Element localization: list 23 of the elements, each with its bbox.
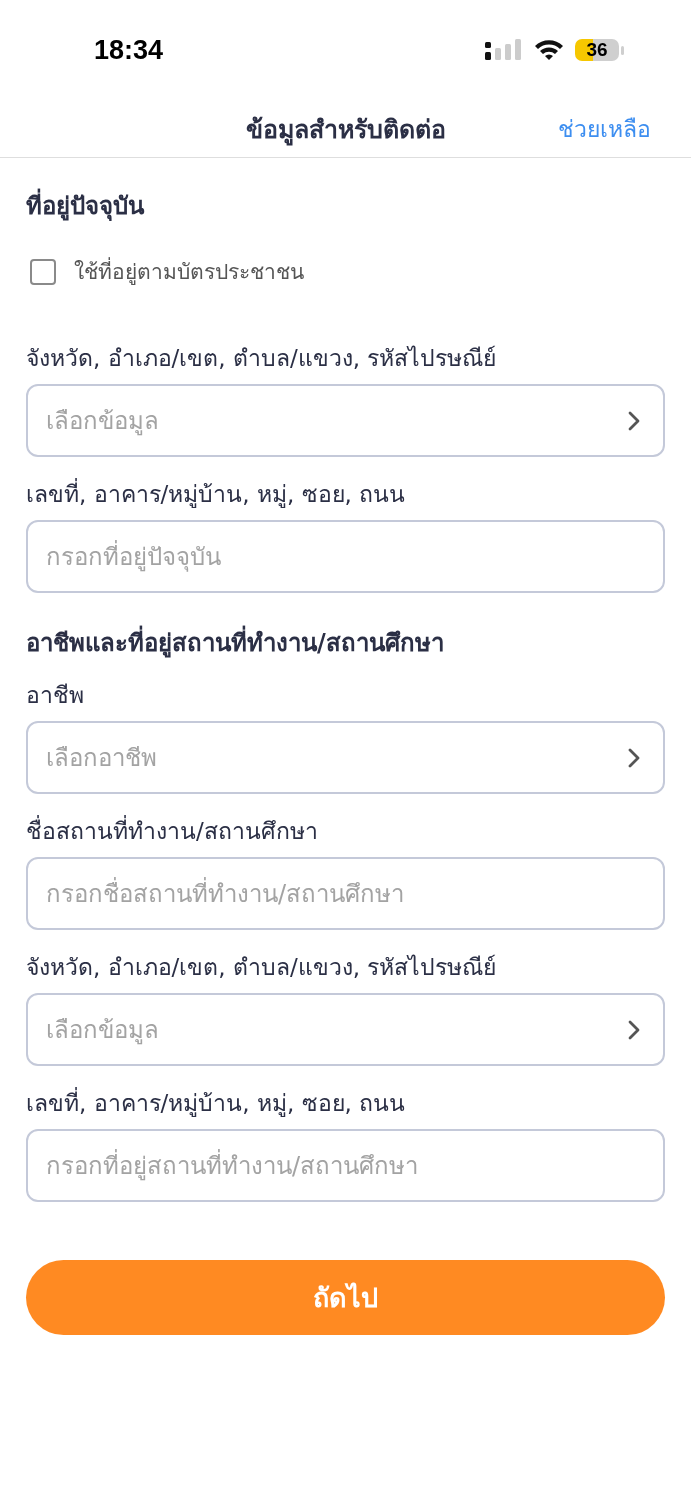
input-field[interactable]: กรอกที่อยู่สถานที่ทำงาน/สถานศึกษา: [26, 1129, 665, 1202]
select-field[interactable]: เลือกข้อมูล: [26, 384, 665, 457]
chevron-right-icon: [627, 1018, 641, 1041]
chevron-right-icon: [627, 746, 641, 769]
next-button[interactable]: ถัดไป: [26, 1260, 665, 1335]
select-field[interactable]: เลือกอาชีพ: [26, 721, 665, 794]
checkbox[interactable]: [30, 258, 56, 285]
signal-icon: [485, 39, 523, 61]
field-label: ชื่อสถานที่ทำงาน/สถานศึกษา: [26, 816, 665, 846]
input-field[interactable]: กรอกที่อยู่ปัจจุบัน: [26, 520, 665, 593]
field-label: จังหวัด, อำเภอ/เขต, ตำบล/แขวง, รหัสไปรษณีย์: [26, 344, 498, 373]
chevron-right-icon: [627, 409, 641, 432]
field-label: เลขที่, อาคาร/หมู่บ้าน, หมู่, ซอย, ถนน: [26, 479, 665, 509]
field-label: จังหวัด, อำเภอ/เขต, ตำบล/แขวง, รหัสไปรษณีย์: [26, 953, 498, 982]
checkbox-label: ใช้ที่อยู่ตามบัตรประชาชน: [74, 255, 304, 288]
input-field[interactable]: กรอกชื่อสถานที่ทำงาน/สถานศึกษา: [26, 857, 665, 930]
wifi-icon: [533, 38, 565, 62]
help-link[interactable]: ช่วยเหลือ: [558, 110, 651, 147]
field-label: เลขที่, อาคาร/หมู่บ้าน, หมู่, ซอย, ถนน: [26, 1088, 665, 1118]
status-time: 18:34: [94, 34, 164, 66]
select-field[interactable]: เลือกข้อมูล: [26, 993, 665, 1066]
field-label: อาชีพ: [26, 681, 85, 710]
page-title: ข้อมูลสำหรับติดต่อ: [245, 113, 446, 148]
